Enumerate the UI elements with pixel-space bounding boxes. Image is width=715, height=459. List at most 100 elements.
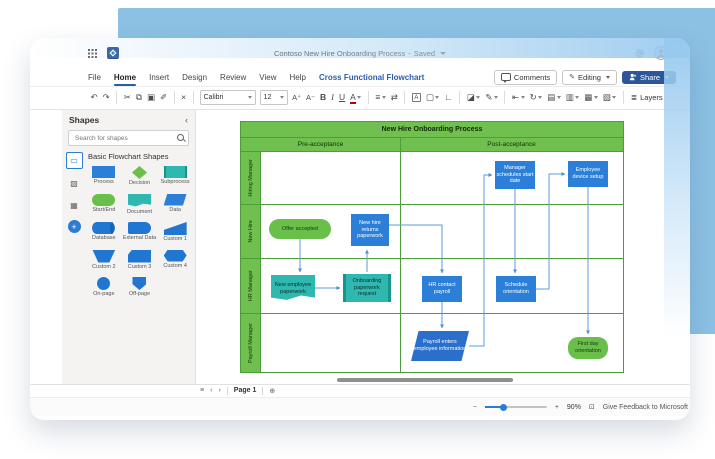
- stencil-shape-subprocess[interactable]: Subprocess: [157, 166, 193, 187]
- menu-review[interactable]: Review: [220, 73, 246, 82]
- layers-button[interactable]: ≣ Layers: [631, 93, 663, 102]
- bring-forward-button[interactable]: ▤: [545, 93, 564, 102]
- data-shape-icon: [164, 194, 187, 206]
- title-chevron-down-icon[interactable]: [440, 52, 446, 55]
- stencil-shape-data[interactable]: Data: [157, 194, 193, 216]
- menu-cross-functional-flowchart[interactable]: Cross Functional Flowchart: [319, 73, 424, 82]
- stencil-gallery-tab[interactable]: ▧: [67, 176, 82, 191]
- node-new-hire-returns-paperwork[interactable]: New hire returns paperwork: [351, 214, 389, 246]
- delete-button[interactable]: ×: [179, 93, 189, 102]
- toolbar-divider: [504, 91, 505, 104]
- editing-mode-button[interactable]: ✎ Editing: [562, 70, 617, 85]
- node-manager-schedules-start-date[interactable]: Manager schedules start date: [495, 161, 535, 189]
- paste-button[interactable]: ▣: [144, 93, 157, 102]
- next-page-icon[interactable]: ›: [218, 387, 220, 394]
- settings-gear-icon[interactable]: [634, 48, 645, 59]
- zoom-slider[interactable]: [485, 406, 547, 408]
- align-shapes-button[interactable]: ▦: [582, 93, 601, 102]
- ribbon-menu-bar: File Home Insert Design Review View Help…: [30, 68, 690, 87]
- layers-icon: ≣: [631, 93, 637, 102]
- zoom-slider-knob[interactable]: [500, 404, 507, 411]
- cross-functional-flowchart[interactable]: New Hire Onboarding Process Pre-acceptan…: [240, 121, 624, 373]
- fill-color-button[interactable]: ◪: [464, 93, 483, 102]
- rotate-shape-button[interactable]: ↻: [527, 93, 545, 102]
- pages-list-icon[interactable]: ≡: [200, 387, 204, 394]
- zoom-level[interactable]: 90%: [567, 404, 581, 411]
- connector-returns-to-hr-payroll[interactable]: [389, 225, 442, 273]
- layers-label: Layers: [640, 93, 663, 102]
- menu-file[interactable]: File: [88, 73, 101, 82]
- decrease-font-button[interactable]: A⁻: [304, 94, 318, 102]
- node-first-day-orientation[interactable]: First day orientation: [568, 337, 608, 359]
- connector-tool-button[interactable]: ∟: [442, 93, 455, 102]
- shape-search-box[interactable]: [68, 130, 189, 146]
- stencil-library-tab[interactable]: ▦: [67, 198, 82, 213]
- shape-search-input[interactable]: [73, 134, 177, 143]
- send-backward-button[interactable]: ▥: [563, 93, 582, 102]
- stencil-shape-custom2[interactable]: Custom 2: [86, 250, 122, 271]
- stencil-shape-offpage[interactable]: Off-page: [122, 277, 158, 298]
- node-schedule-orientation[interactable]: Schedule orientation: [496, 276, 536, 302]
- redo-button[interactable]: ↷: [100, 93, 112, 102]
- menu-help[interactable]: Help: [289, 73, 305, 82]
- feedback-link[interactable]: Give Feedback to Microsoft: [603, 404, 688, 411]
- connector-orientation-to-device[interactable]: [536, 174, 565, 289]
- zoom-in-button[interactable]: +: [555, 404, 559, 411]
- page-tab[interactable]: Page 1: [234, 387, 257, 394]
- text-direction-button[interactable]: ⇄: [388, 93, 400, 102]
- add-page-icon[interactable]: ⊕: [269, 387, 275, 395]
- share-button[interactable]: Share: [622, 71, 676, 84]
- node-payroll-enters-employee-information[interactable]: Payroll enters employee information: [411, 331, 469, 361]
- font-color-button[interactable]: A: [348, 93, 364, 102]
- zoom-out-button[interactable]: −: [473, 404, 477, 411]
- menu-view[interactable]: View: [259, 73, 276, 82]
- insert-text-box-button[interactable]: A: [409, 93, 423, 102]
- format-painter-button[interactable]: ✐: [157, 93, 169, 102]
- stencil-shape-startend[interactable]: Start/End: [86, 194, 122, 216]
- toolbar-divider: [623, 91, 624, 104]
- add-stencil-button[interactable]: +: [68, 220, 81, 233]
- document-shape-icon: [128, 194, 151, 208]
- menu-design[interactable]: Design: [182, 73, 207, 82]
- line-color-button[interactable]: ✎: [483, 93, 501, 102]
- font-size-select[interactable]: 12: [260, 90, 288, 105]
- change-shape-button[interactable]: ▢: [423, 93, 442, 102]
- align-text-button[interactable]: ≡: [373, 93, 388, 102]
- stencil-shape-process[interactable]: Process: [86, 166, 122, 187]
- document-title[interactable]: Contoso New Hire Onboarding Process - Sa…: [30, 38, 690, 68]
- group-shapes-button[interactable]: ▧: [600, 93, 619, 102]
- stencil-shape-onpage[interactable]: On-page: [86, 277, 122, 298]
- stencil-shape-custom1[interactable]: Custom 1: [157, 222, 193, 243]
- stencil-shape-custom3[interactable]: Custom 3: [122, 250, 158, 271]
- menu-home[interactable]: Home: [114, 73, 136, 82]
- copy-button[interactable]: ⧉: [133, 93, 144, 102]
- connector-payroll-info-to-start-date[interactable]: [469, 175, 492, 346]
- horizontal-scrollbar[interactable]: [337, 378, 513, 382]
- account-avatar[interactable]: [654, 46, 668, 60]
- underline-button[interactable]: U: [337, 93, 348, 102]
- undo-button[interactable]: ↶: [88, 93, 100, 102]
- database-shape-icon: [92, 222, 115, 234]
- menu-insert[interactable]: Insert: [149, 73, 169, 82]
- fit-to-window-icon[interactable]: ⊡: [589, 403, 595, 411]
- italic-button[interactable]: I: [329, 93, 337, 102]
- stencil-shapes-tab[interactable]: ▭: [66, 152, 83, 169]
- cut-button[interactable]: ✂: [121, 93, 133, 102]
- drawing-canvas[interactable]: New Hire Onboarding Process Pre-acceptan…: [196, 110, 690, 384]
- node-offer-accepted[interactable]: Offer accepted: [269, 219, 331, 239]
- node-hr-contact-payroll[interactable]: HR contact payroll: [422, 276, 462, 302]
- collapse-panel-icon[interactable]: ‹: [185, 115, 188, 125]
- font-name-select[interactable]: Calibri: [200, 90, 256, 105]
- node-onboarding-paperwork-request[interactable]: Onboarding paperwork request: [343, 274, 391, 302]
- stencil-shape-document[interactable]: Document: [122, 194, 158, 216]
- bold-button[interactable]: B: [318, 93, 329, 102]
- previous-page-icon[interactable]: ‹: [210, 387, 212, 394]
- stencil-shape-decision[interactable]: Decision: [122, 166, 158, 187]
- comments-button[interactable]: Comments: [494, 70, 557, 85]
- increase-font-button[interactable]: A⁺: [290, 94, 304, 102]
- stencil-shape-database[interactable]: Database: [86, 222, 122, 243]
- stencil-shape-external-data[interactable]: External Data: [122, 222, 158, 243]
- node-employee-device-setup[interactable]: Employee device setup: [568, 161, 608, 187]
- arrange-position-button[interactable]: ⇤: [509, 93, 527, 102]
- stencil-shape-custom4[interactable]: Custom 4: [157, 250, 193, 271]
